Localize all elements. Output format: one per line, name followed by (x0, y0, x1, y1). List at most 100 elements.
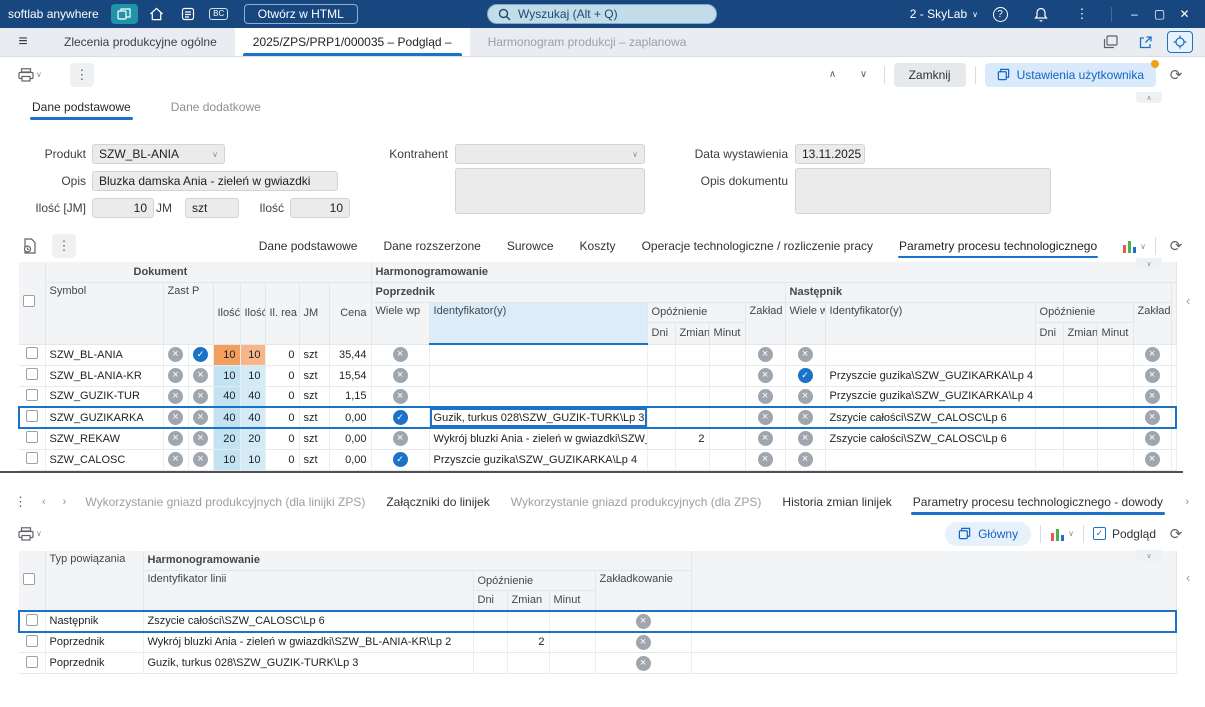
table-row-selected[interactable]: Następnik Zszycie całości\SZW_CALOSC\Lp … (18, 609, 1178, 633)
more-menu-icon[interactable]: ⋮ (1070, 4, 1094, 24)
zmian-cell[interactable] (675, 344, 710, 366)
poprzednik-cell[interactable] (429, 386, 648, 408)
col-dni-bottom[interactable]: Dni (473, 590, 508, 611)
row-checkbox[interactable] (25, 388, 38, 401)
scroll-tabs-right-icon[interactable]: › (61, 496, 69, 508)
dni-cell[interactable] (1035, 428, 1064, 450)
panels-icon[interactable] (1097, 31, 1123, 53)
ilosc2-cell[interactable]: 10 (240, 449, 266, 471)
dni-cell[interactable] (1035, 386, 1064, 408)
zmian-cell[interactable] (675, 365, 710, 387)
dni-cell[interactable] (647, 449, 676, 471)
cena-cell[interactable]: 1,15 (329, 386, 372, 408)
col-zast-p[interactable]: Zast P (163, 282, 214, 345)
tab-zalaczniki[interactable]: Załączniki do linijek (382, 489, 493, 515)
table-row[interactable]: SZW_BL-ANIA 10 10 0 szt 35,44 (19, 344, 1177, 366)
zmian-cell[interactable] (675, 406, 710, 429)
p-icon[interactable] (193, 347, 208, 362)
data-wystawienia-input[interactable]: 13.11.2025 (795, 144, 865, 164)
dni-cell[interactable] (647, 386, 676, 408)
zmian-cell[interactable]: 2 (507, 631, 550, 653)
il-rea-cell[interactable]: 0 (265, 406, 300, 429)
typ-cell[interactable]: Poprzednik (45, 631, 144, 653)
copy-document-icon[interactable] (18, 234, 40, 258)
tab-zlecenia-produkcyjne[interactable]: Zlecenia produkcyjne ogólne (46, 28, 235, 56)
minut-cell[interactable] (1097, 386, 1134, 408)
table-row[interactable]: SZW_GUZIK-TUR 40 40 0 szt 1,15 Przyszcie… (19, 386, 1177, 408)
jm-cell[interactable]: szt (299, 406, 330, 429)
minut-cell[interactable] (709, 386, 746, 408)
produkt-select[interactable]: SZW_BL-ANIA ∨ (92, 144, 225, 164)
table-row[interactable]: SZW_REKAW 20 20 0 szt 0,00 Wykrój bluzki… (19, 428, 1177, 450)
col-identyfikatory-nastepnik[interactable]: Identyfikator(y) (825, 302, 1036, 345)
ilosc-cell[interactable]: 40 (213, 386, 241, 408)
zaklad-icon[interactable] (1144, 368, 1160, 383)
minut-cell[interactable] (1097, 365, 1134, 387)
wiele-icon[interactable] (797, 410, 813, 425)
il-rea-cell[interactable]: 0 (265, 344, 300, 366)
zmian-cell[interactable] (507, 609, 550, 633)
wiele-wp-icon[interactable] (392, 410, 408, 425)
zaklad-icon[interactable] (757, 368, 773, 383)
dni-cell[interactable] (473, 609, 508, 633)
poprzednik-cell[interactable] (429, 344, 648, 366)
tab-parametry-procesu[interactable]: Parametry procesu technologicznego (898, 234, 1099, 258)
dni-cell[interactable] (647, 365, 676, 387)
minut-cell[interactable] (1097, 428, 1134, 450)
maximize-button[interactable]: ▢ (1147, 3, 1172, 25)
col-ilosc-2[interactable]: Ilość (240, 282, 266, 345)
il-rea-cell[interactable]: 0 (265, 449, 300, 471)
zaklad-icon[interactable] (1144, 410, 1160, 425)
dni-cell[interactable] (1035, 449, 1064, 471)
zmian-cell[interactable] (1063, 365, 1098, 387)
expand-side-panel-bottom-icon[interactable]: ‹ (1186, 570, 1190, 585)
p-icon[interactable] (193, 368, 208, 383)
minut-cell[interactable] (549, 609, 596, 633)
ilosc-cell[interactable]: 20 (213, 428, 241, 450)
chart-icon-bottom[interactable]: ∨ (1050, 522, 1074, 546)
col-zmian-poprzednik[interactable]: Zmian (675, 322, 710, 345)
ilosc-cell[interactable]: 10 (213, 344, 241, 366)
refresh-bottom-icon[interactable]: ⟳ (1165, 522, 1187, 546)
ilosc2-cell[interactable]: 10 (240, 344, 266, 366)
minut-cell[interactable] (549, 631, 596, 653)
zmian-cell[interactable] (1063, 406, 1098, 429)
nastepnik-cell[interactable]: Przyszcie guzika\SZW_GUZIKARKA\Lp 4 (825, 386, 1036, 408)
jm-cell[interactable]: szt (299, 365, 330, 387)
zast-icon[interactable] (168, 452, 183, 467)
col-minut-nastepnik[interactable]: Minut (1097, 322, 1134, 345)
typ-cell[interactable]: Następnik (45, 609, 144, 633)
zaklad-icon[interactable] (1144, 388, 1160, 404)
il-rea-cell[interactable]: 0 (265, 365, 300, 387)
zaklad-icon[interactable] (1144, 431, 1160, 447)
symbol-cell[interactable]: SZW_REKAW (45, 428, 164, 450)
poprzednik-cell[interactable] (429, 365, 648, 387)
zaklad-icon[interactable] (757, 452, 773, 467)
zmian-cell[interactable]: 2 (675, 428, 710, 450)
news-icon[interactable] (176, 4, 200, 24)
row-checkbox[interactable] (25, 452, 38, 464)
ilosc-cell[interactable]: 40 (213, 406, 241, 429)
kontrahent-select[interactable]: ∨ (455, 144, 645, 164)
dni-cell[interactable] (647, 344, 676, 366)
cena-cell[interactable]: 0,00 (329, 428, 372, 450)
col-zmian-bottom[interactable]: Zmian (507, 590, 550, 611)
tab-dane-podstawowe-grid[interactable]: Dane podstawowe (258, 234, 359, 258)
tab-parametry-dowody[interactable]: Parametry procesu technologicznego - dow… (909, 489, 1167, 515)
wiele-wp-icon[interactable] (392, 388, 408, 404)
expand-side-panel-icon[interactable]: ‹ (1186, 293, 1190, 308)
select-all-checkbox[interactable] (23, 572, 35, 585)
row-checkbox[interactable] (25, 431, 38, 444)
zmian-cell[interactable] (1063, 386, 1098, 408)
dni-cell[interactable] (647, 406, 676, 429)
row-checkbox[interactable] (26, 410, 39, 422)
table-row[interactable]: SZW_BL-ANIA-KR 10 10 0 szt 15,54 Przyszc… (19, 365, 1177, 387)
grid-more-options-icon[interactable]: ⋮ (52, 234, 76, 258)
splitter[interactable] (0, 470, 1183, 473)
zaklad-icon[interactable] (757, 410, 773, 425)
il-rea-cell[interactable]: 0 (265, 386, 300, 408)
zast-icon[interactable] (168, 410, 183, 425)
p-icon[interactable] (193, 410, 208, 425)
wiele-icon[interactable] (797, 347, 813, 362)
minut-cell[interactable] (709, 344, 746, 366)
